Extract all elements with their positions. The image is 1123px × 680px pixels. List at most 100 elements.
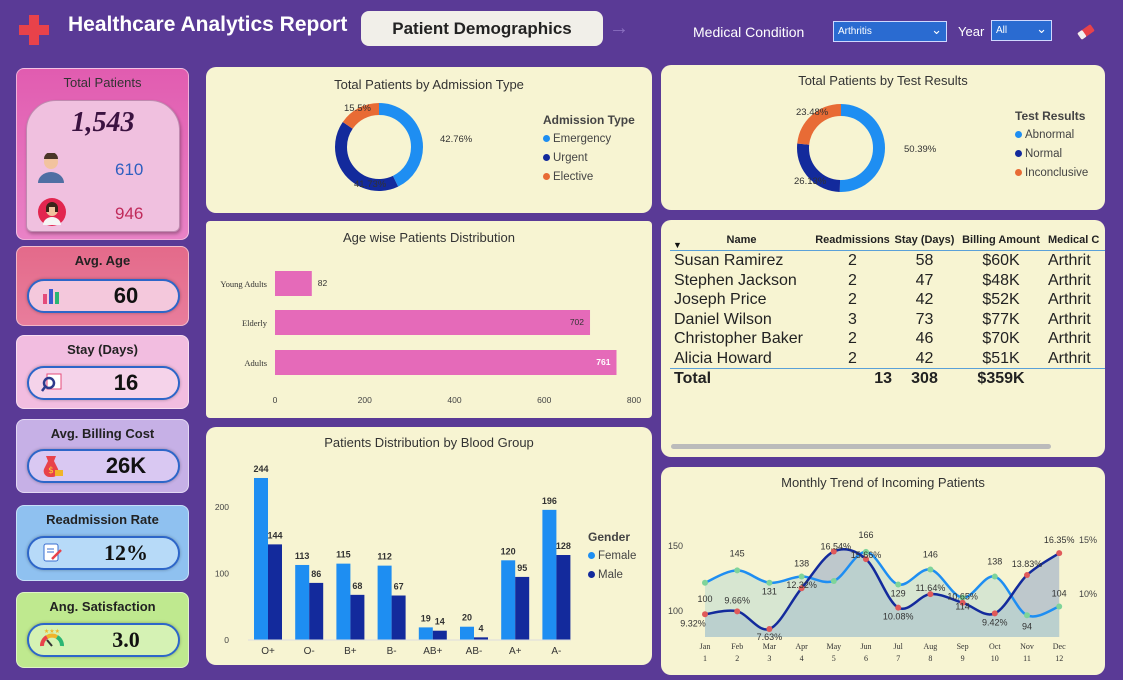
table-cell: $77K <box>982 310 1020 328</box>
bar-male-AB+[interactable] <box>432 630 447 640</box>
total-patients-panel: 1,543 610 946 <box>26 100 180 232</box>
x-category-label: B- <box>387 646 397 657</box>
col-name[interactable]: Name <box>670 230 813 251</box>
count-point <box>1024 612 1030 619</box>
y-tick-label: 0 <box>224 635 229 645</box>
legend-item-urgent[interactable]: Urgent <box>543 152 635 164</box>
bar-female-O-[interactable] <box>295 564 310 640</box>
total-patients-title: Total Patients <box>63 75 142 90</box>
bar-male-A-[interactable] <box>556 555 571 640</box>
col-stay[interactable]: Stay (Days) <box>892 230 957 251</box>
bar-chart-icon <box>39 284 65 310</box>
satisfaction-card: Ang. Satisfaction ★★★ 3.0 <box>16 592 189 668</box>
bar-female-A+[interactable] <box>501 560 516 640</box>
table-header-row: Name Readmissions Stay (Days) Billing Am… <box>670 230 1105 251</box>
readmission-rate-value: 12% <box>104 540 148 565</box>
count-data-label: 131 <box>762 587 777 597</box>
pct-data-label: 9.42% <box>982 617 1008 627</box>
donut-data-label: 23.48% <box>796 107 829 118</box>
x-month-label: Nov <box>1020 642 1034 651</box>
x-category-label: O+ <box>261 646 275 657</box>
legend-item-emergency[interactable]: Emergency <box>543 133 635 145</box>
pct-data-label: 7.63% <box>757 632 783 642</box>
avg-billing-pill: $ 26K <box>27 449 180 483</box>
medical-condition-select[interactable]: Arthritis ⌄ <box>833 21 947 42</box>
x-category-label: AB+ <box>423 646 442 657</box>
pct-point <box>1024 572 1030 579</box>
count-point <box>734 567 741 574</box>
table-cell: 2 <box>848 330 857 347</box>
x-month-label: Sep <box>957 642 969 651</box>
bar-male-A+[interactable] <box>515 576 530 640</box>
x-category-label: AB- <box>466 646 483 657</box>
monthly-trend-line-chart: 145131138166129146114138941049.32%9.66%7… <box>668 530 1097 663</box>
col-medical-condition[interactable]: Medical C <box>1045 230 1105 251</box>
bar-male-B-[interactable] <box>391 595 406 640</box>
legend-item-female[interactable]: Female <box>588 550 636 562</box>
legend-item-abnormal[interactable]: Abnormal <box>1015 129 1088 141</box>
legend-item-normal[interactable]: Normal <box>1015 148 1088 160</box>
satisfaction-title: Ang. Satisfaction <box>49 599 156 614</box>
table-row[interactable]: Alicia Howard 2 42 $51K Arthrit <box>670 349 1105 369</box>
bar-female-O+[interactable] <box>254 477 268 640</box>
eraser-clear-filters-icon[interactable] <box>1075 22 1097 42</box>
table-row[interactable]: Joseph Price 2 42 $52K Arthrit <box>670 290 1105 310</box>
x-tick-label: 600 <box>537 395 551 405</box>
age-category-label: Adults <box>244 358 267 368</box>
readmission-rate-pill: 12% <box>27 536 180 570</box>
legend-item-elective[interactable]: Elective <box>543 171 635 183</box>
navigate-arrow-icon[interactable]: → <box>609 17 629 40</box>
bar-female-B+[interactable] <box>336 563 351 640</box>
bar-data-label: 112 <box>377 552 392 562</box>
table-row[interactable]: Stephen Jackson 2 47 $48K Arthrit <box>670 271 1105 291</box>
bar-male-B+[interactable] <box>350 594 365 640</box>
money-bag-icon: $ <box>39 454 65 480</box>
bar-female-AB-[interactable] <box>460 626 474 640</box>
col-billing[interactable]: Billing Amount <box>957 230 1045 251</box>
x-month-label: Jan <box>700 642 711 651</box>
age-bar-young-adults[interactable] <box>275 271 312 296</box>
pct-data-label: 10.08% <box>883 612 914 622</box>
horizontal-scrollbar[interactable] <box>671 444 1051 449</box>
x-month-number: 3 <box>767 654 771 663</box>
table-cell: Daniel Wilson <box>674 310 772 328</box>
y-right-tick-label: 15% <box>1079 535 1097 545</box>
gender-legend-title: Gender <box>588 530 631 544</box>
x-category-label: B+ <box>344 646 357 657</box>
table-row[interactable]: Susan Ramirez 2 58 $60K Arthrit <box>670 251 1105 271</box>
legend-item-inconclusive[interactable]: Inconclusive <box>1015 167 1088 179</box>
bar-data-label: 115 <box>336 550 351 560</box>
donut-data-label: 41.73% <box>354 179 387 190</box>
table-row[interactable]: Christopher Baker 2 46 $70K Arthrit <box>670 329 1105 349</box>
donut-data-label: 50.39% <box>904 144 937 155</box>
table-cell: Arthrit <box>1048 252 1091 269</box>
chevron-down-icon: ⌄ <box>931 22 942 37</box>
x-category-label: O- <box>304 646 315 657</box>
col-readmissions[interactable]: Readmissions <box>813 230 892 251</box>
test-results-legend-title: Test Results <box>1015 109 1086 123</box>
y-tick-label: 100 <box>215 569 229 579</box>
x-month-label: May <box>826 642 841 651</box>
count-point <box>927 566 934 573</box>
age-bar-elderly[interactable] <box>275 310 591 335</box>
bar-male-O+[interactable] <box>268 544 282 640</box>
age-bar-adults[interactable] <box>275 350 617 375</box>
table-row[interactable]: Daniel Wilson 3 73 $77K Arthrit <box>670 310 1105 330</box>
total-patients-value: 1,543 <box>71 107 135 138</box>
count-data-label: 138 <box>987 557 1002 567</box>
year-select[interactable]: All ⌄ <box>991 20 1052 41</box>
table-cell: Christopher Baker <box>674 330 803 347</box>
x-tick-label: 800 <box>627 395 641 405</box>
patient-demographics-button[interactable]: Patient Demographics <box>361 11 603 46</box>
count-point <box>798 573 805 580</box>
table-cell: Susan Ramirez <box>674 252 784 269</box>
legend-item-male[interactable]: Male <box>588 569 636 581</box>
pct-data-label: 10.65% <box>947 592 978 602</box>
bar-female-A-[interactable] <box>542 509 557 640</box>
bar-male-O-[interactable] <box>309 582 324 640</box>
readmission-rate-card: Readmission Rate 12% <box>16 505 189 581</box>
bar-female-B-[interactable] <box>377 565 392 640</box>
bar-data-label: 113 <box>295 551 310 561</box>
bar-female-AB+[interactable] <box>418 627 433 640</box>
total-cell: 13 <box>874 370 892 387</box>
